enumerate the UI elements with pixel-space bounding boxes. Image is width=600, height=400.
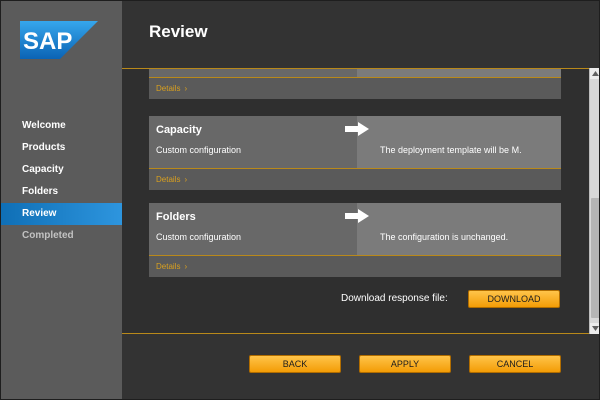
sap-logo: SAP [20,21,98,59]
details-label: Details [156,175,181,184]
right-arrow-icon [345,122,369,136]
apply-button[interactable]: APPLY [359,355,451,373]
review-card-previous: Details › [149,69,561,99]
chevron-right-icon: › [184,84,188,93]
sidebar-item-folders[interactable]: Folders [1,181,128,203]
back-button[interactable]: BACK [249,355,341,373]
header: Review [122,1,599,59]
sidebar-nav: Welcome Products Capacity Folders Review… [1,115,128,247]
card-result: The deployment template will be M. [380,145,522,155]
details-link[interactable]: Details › [149,255,561,277]
download-button[interactable]: DOWNLOAD [468,290,560,308]
sidebar-item-products[interactable]: Products [1,137,128,159]
details-label: Details [156,84,181,93]
svg-text:SAP: SAP [23,28,72,55]
page-title: Review [149,22,208,41]
review-panel: Details › Capacity Custom configuration T… [122,68,598,334]
card-result: The configuration is unchanged. [380,232,509,242]
review-card-folders: Folders Custom configuration The configu… [149,203,561,277]
sidebar-item-welcome[interactable]: Welcome [1,115,128,137]
sidebar: SAP Welcome Products Capacity Folders Re… [1,1,128,399]
chevron-right-icon: › [184,262,188,271]
sidebar-item-capacity[interactable]: Capacity [1,159,128,181]
scroll-down-icon[interactable] [590,323,599,334]
card-title: Capacity [156,124,202,136]
card-subtitle: Custom configuration [156,232,242,242]
scroll-up-icon[interactable] [590,68,599,79]
details-link[interactable]: Details › [149,77,561,99]
card-title: Folders [156,211,196,223]
details-link[interactable]: Details › [149,168,561,190]
installer-window: SAP Welcome Products Capacity Folders Re… [0,0,600,400]
right-arrow-icon [345,209,369,223]
footer: BACK APPLY CANCEL [122,334,599,399]
sidebar-item-review[interactable]: Review [1,203,128,225]
chevron-right-icon: › [184,175,188,184]
card-subtitle: Custom configuration [156,145,242,155]
vertical-scrollbar[interactable] [589,68,599,334]
review-card-capacity: Capacity Custom configuration The deploy… [149,116,561,190]
details-label: Details [156,262,181,271]
cancel-button[interactable]: CANCEL [469,355,561,373]
sidebar-item-completed: Completed [22,230,74,241]
download-response-label: Download response file: [341,293,448,304]
scrollbar-thumb[interactable] [591,198,599,318]
